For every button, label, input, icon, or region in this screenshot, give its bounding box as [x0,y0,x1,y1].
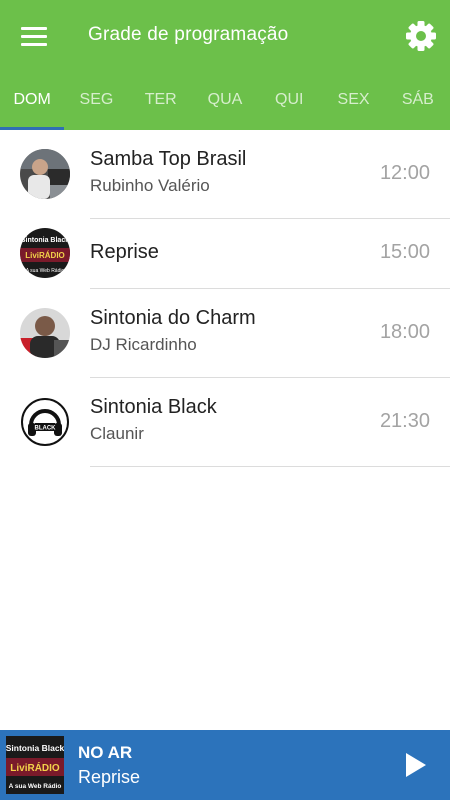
page-title: Grade de programação [88,24,289,45]
program-host: Claunir [90,424,144,443]
logo-text: A sua Web Rádio [9,783,62,790]
tab-ter[interactable]: TER [129,72,193,130]
program-host: DJ Ricardinho [90,335,197,354]
program-title: Sintonia do Charm [90,307,256,329]
schedule-item[interactable]: BLACK Sintonia Black Claunir 21:30 [0,378,450,467]
logo-text: LiviRÁDIO [10,761,60,774]
now-playing-program: Reprise [78,767,141,787]
program-title: Sintonia Black [90,396,217,418]
host-avatar [20,308,70,358]
program-time: 21:30 [379,410,430,432]
tab-sex[interactable]: SEX [321,72,385,130]
play-icon[interactable] [404,751,428,779]
tab-qua[interactable]: QUA [193,72,257,130]
on-air-label: NO AR [78,743,133,762]
tab-qui[interactable]: QUI [257,72,321,130]
now-playing-bar[interactable]: Sintonia Black LiviRÁDIO A sua Web Rádio… [0,730,450,800]
tab-seg[interactable]: SEG [64,72,128,130]
day-tabs: DOM SEG TER QUA QUI SEX SÁB [0,72,450,130]
program-host: Rubinho Valério [90,176,210,195]
program-time: 18:00 [379,321,430,343]
tab-dom[interactable]: DOM [0,72,65,130]
schedule-list: Samba Top Brasil Rubinho Valério 12:00 S… [0,130,450,467]
sintonia-black-logo: Sintonia Black LiviRÁDIO A sua Web Rádio [20,228,70,278]
app-bar: Grade de programação DOM SEG TER QUA QUI… [0,0,450,130]
program-time: 15:00 [379,241,430,263]
schedule-item[interactable]: Sintonia do Charm DJ Ricardinho 18:00 [0,289,450,378]
headphones-logo: BLACK [20,397,70,447]
logo-text: Sintonia Black [21,237,69,244]
toolbar: Grade de programação [0,0,450,72]
sintonia-black-logo: Sintonia Black LiviRÁDIO A sua Web Rádio [6,736,64,794]
schedule-item[interactable]: Sintonia Black LiviRÁDIO A sua Web Rádio… [0,219,450,289]
menu-icon[interactable] [18,24,52,50]
logo-text: A sua Web Rádio [26,268,65,274]
tab-sab[interactable]: SÁB [386,72,450,130]
logo-text: BLACK [35,426,57,432]
logo-text: Sintonia Black [6,743,64,753]
program-title: Samba Top Brasil [90,148,247,170]
schedule-item[interactable]: Samba Top Brasil Rubinho Valério 12:00 [0,130,450,219]
gear-icon[interactable] [404,19,438,53]
program-title: Reprise [90,241,159,263]
logo-text: LiviRÁDIO [25,251,65,260]
host-avatar [20,149,70,199]
program-time: 12:00 [379,162,430,184]
